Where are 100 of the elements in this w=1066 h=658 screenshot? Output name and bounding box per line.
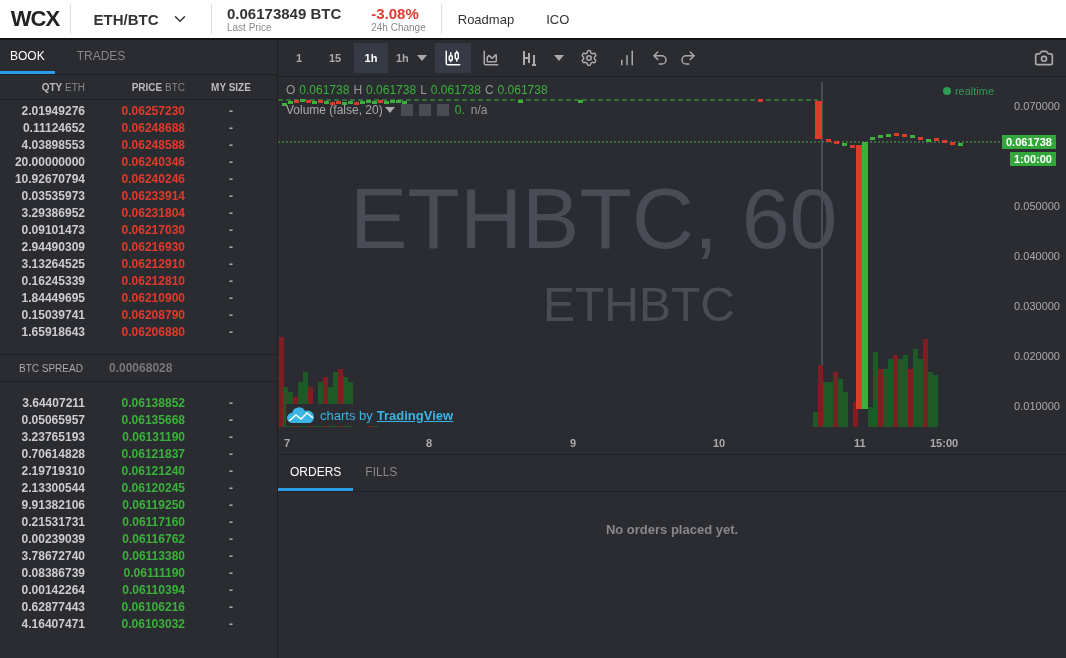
quantity-cell-text: 0.70614828 <box>20 446 85 461</box>
candles-button[interactable] <box>434 43 471 73</box>
price-tick: 0.050000 <box>1014 200 1060 212</box>
quantity-cell-text: 2.13300544 <box>20 480 85 495</box>
column-header: MY SIZE <box>210 81 252 93</box>
price-cell-text: 0.06257230 <box>120 103 185 118</box>
quantity-cell-text: 1.65918643 <box>20 324 85 339</box>
interval-button[interactable]: 1 <box>282 43 316 73</box>
time-tick: 15:00 <box>930 437 959 449</box>
price-cell-text: 0.06111190 <box>122 565 185 580</box>
size-cell-text: - <box>228 290 234 305</box>
size-cell-text: - <box>228 171 234 186</box>
size-cell-text: - <box>228 429 234 444</box>
price-tick: 0.030000 <box>1014 300 1060 312</box>
size-cell-text: - <box>228 154 234 169</box>
ohlc-label: O <box>286 83 296 97</box>
spread-label: BTC SPREAD <box>19 362 84 374</box>
quantity-cell-text: 1.84449695 <box>20 290 85 305</box>
volume-label[interactable]: Volume (false, 20) <box>286 103 395 117</box>
price-cell-text: 0.06212810 <box>120 273 185 288</box>
price-cell-text: 0.06120245 <box>120 480 185 495</box>
quantity-cell-text: 0.09101473 <box>20 222 85 237</box>
column-header: PRICE BTC <box>130 81 185 93</box>
size-cell-text: - <box>228 188 234 203</box>
interval-button[interactable]: 1h <box>354 43 388 73</box>
price-cell-text: 0.06113380 <box>121 548 185 563</box>
candle <box>918 137 923 140</box>
pair-selector[interactable]: ETH/BTC <box>71 4 212 34</box>
size-cell-text: - <box>228 120 234 135</box>
price-cell-text: 0.06121837 <box>120 446 185 461</box>
caret-icon <box>384 107 395 113</box>
camera-icon <box>1034 48 1054 68</box>
nav-link[interactable]: ICO <box>530 0 586 38</box>
interval-button[interactable]: 1h <box>390 43 433 73</box>
price-tick: 0.070000 <box>1014 100 1060 112</box>
orders-tab[interactable]: ORDERS <box>278 455 354 491</box>
price-cell-text: 0.06248688 <box>120 120 185 135</box>
redo-icon <box>678 49 697 67</box>
size-cell-text: - <box>228 395 234 410</box>
quantity-cell-text: 10.92670794 <box>13 171 85 186</box>
credit-text: charts by <box>320 407 373 423</box>
size-cell-text: - <box>228 463 234 478</box>
ohlc-value: 0.061738 <box>430 83 481 97</box>
ohlc-label: C <box>484 83 494 97</box>
price-cell-text: 0.06216930 <box>120 239 185 254</box>
quantity-cell-text: 3.64407211 <box>21 395 85 410</box>
nav-link[interactable]: Roadmap <box>441 0 531 38</box>
ohlc-value: 0.061738 <box>366 83 417 97</box>
quantity-cell-text: 0.00239039 <box>20 531 85 546</box>
size-cell-text: - <box>228 565 234 580</box>
orders-tab[interactable]: FILLS <box>353 455 410 491</box>
quantity-cell-text: 2.94490309 <box>20 239 85 254</box>
size-cell-text: - <box>228 103 234 118</box>
quantity-cell-text: 0.21531731 <box>20 514 85 529</box>
price-tick: 0.040000 <box>1014 250 1060 262</box>
size-cell-text: - <box>228 514 234 529</box>
candlestick-icon <box>443 49 462 67</box>
caret-icon <box>553 55 564 61</box>
candle <box>815 101 822 139</box>
candle <box>894 133 899 136</box>
quantity-cell-text: 3.13264525 <box>20 256 85 271</box>
column-header: QTY ETH <box>40 81 85 93</box>
ohlc-label: L <box>420 83 427 97</box>
empty-message: No orders placed yet. <box>604 521 740 539</box>
candle <box>826 139 831 142</box>
time-tick: 8 <box>426 437 433 449</box>
size-cell-text: - <box>228 497 234 512</box>
ohlc-label: H <box>353 83 363 97</box>
candle <box>758 99 763 102</box>
size-cell-text: - <box>228 222 234 237</box>
size-cell-text: - <box>228 307 234 322</box>
price-cell-text: 0.06217030 <box>120 222 185 237</box>
candle <box>842 143 847 146</box>
price-cell-text: 0.06240346 <box>120 154 185 169</box>
quantity-cell-text: 4.16407471 <box>20 616 85 631</box>
book-tab[interactable]: TRADES <box>54 40 148 74</box>
tradingview-link[interactable]: TradingView <box>376 407 454 423</box>
interval-button[interactable]: 15 <box>318 43 352 73</box>
time-tick: 9 <box>570 437 577 449</box>
size-cell-text: - <box>228 256 234 271</box>
price-cell-text: 0.06138852 <box>120 395 185 410</box>
size-cell-text: - <box>228 324 234 339</box>
price-cell-text: 0.06212910 <box>120 256 185 271</box>
size-cell-text: - <box>228 205 234 220</box>
quantity-cell-text: 0.05065957 <box>20 412 85 427</box>
spread-value: 0.00068028 <box>109 361 173 375</box>
status-dot <box>942 87 951 95</box>
price-cell-text: 0.06106216 <box>120 599 185 614</box>
logo: WCX <box>0 4 71 34</box>
candle <box>878 135 883 138</box>
quantity-cell-text: 0.16245339 <box>20 273 85 288</box>
book-tab[interactable]: BOOK <box>0 40 55 74</box>
price-cell-text: 0.06103032 <box>120 616 185 631</box>
change-value: -3.08% <box>371 5 420 22</box>
quantity-cell-text: 0.11124652 <box>21 120 85 135</box>
last-price: 0.06173849 BTC <box>227 5 342 22</box>
quantity-cell-text: 0.15039741 <box>20 307 85 322</box>
price-cell-text: 0.06208790 <box>120 307 185 322</box>
price-tick: 0.020000 <box>1014 350 1060 362</box>
price-cell-text: 0.06231804 <box>120 205 185 220</box>
